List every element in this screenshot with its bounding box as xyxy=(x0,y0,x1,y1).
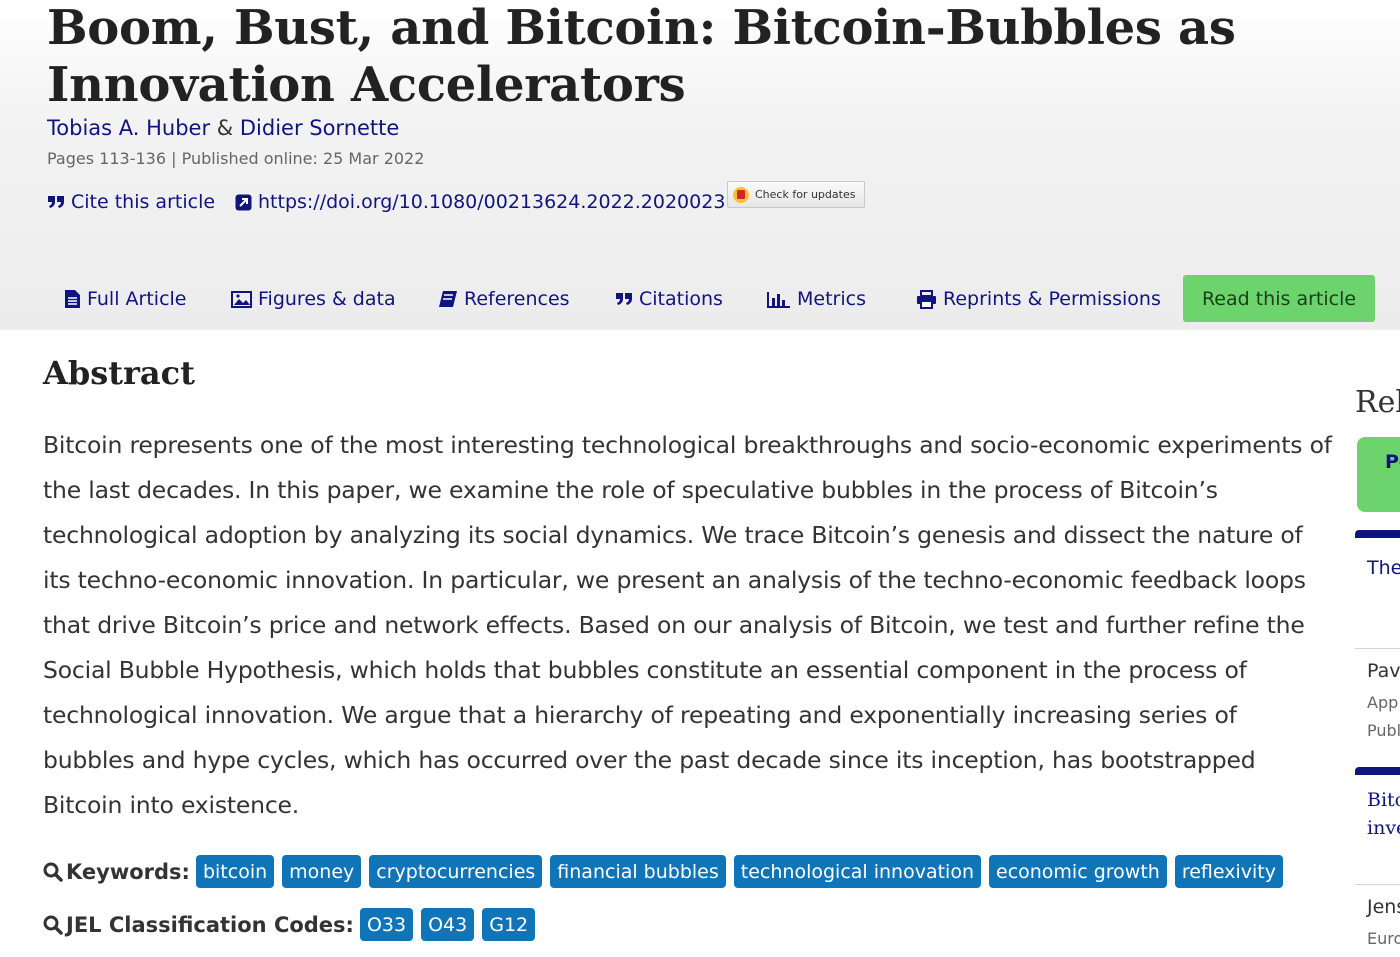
keyword-tag[interactable]: financial bubbles xyxy=(550,855,726,888)
crossmark-icon xyxy=(733,186,749,203)
jel-codes-label-text: JEL Classification Codes: xyxy=(66,912,354,937)
sidebar-divider xyxy=(1355,648,1400,649)
search-icon xyxy=(43,862,63,882)
printer-icon xyxy=(916,289,937,309)
author-list: Tobias A. Huber & Didier Sornette xyxy=(47,116,399,140)
related-item-title[interactable]: The xyxy=(1367,557,1400,579)
sidebar-divider xyxy=(1355,884,1400,885)
tab-figures-data[interactable]: Figures & data xyxy=(231,274,396,324)
tab-metrics[interactable]: Metrics xyxy=(767,274,866,324)
related-item-title-continued[interactable]: inve xyxy=(1367,817,1400,839)
related-item-title[interactable]: Bitc xyxy=(1367,789,1400,811)
image-icon xyxy=(231,290,252,308)
sidebar-card-accent xyxy=(1355,767,1400,775)
cite-article-label: Cite this article xyxy=(71,191,216,213)
related-item-author: Pav xyxy=(1367,660,1400,682)
related-item-author: Jens xyxy=(1367,896,1400,918)
quote-icon xyxy=(47,194,65,210)
tab-reprints-permissions[interactable]: Reprints & Permissions xyxy=(916,274,1161,324)
related-item-journal: App xyxy=(1367,693,1399,712)
author-link-huber[interactable]: Tobias A. Huber xyxy=(47,116,210,140)
tab-citations[interactable]: Citations xyxy=(615,274,723,324)
check-for-updates-label: Check for updates xyxy=(755,188,856,201)
author-link-sornette[interactable]: Didier Sornette xyxy=(240,116,399,140)
tab-metrics-label: Metrics xyxy=(797,288,866,310)
tab-full-article-label: Full Article xyxy=(87,288,187,310)
tab-figures-data-label: Figures & data xyxy=(258,288,396,310)
read-article-button[interactable]: Read this article xyxy=(1183,275,1375,322)
article-meta: Pages 113-136 | Published online: 25 Mar… xyxy=(47,149,425,168)
doi-link[interactable]: https://doi.org/10.1080/00213624.2022.20… xyxy=(235,191,725,213)
jel-codes-row: JEL Classification Codes: O33 O43 G12 xyxy=(43,908,543,941)
doi-label: https://doi.org/10.1080/00213624.2022.20… xyxy=(258,191,726,213)
abstract-text: Bitcoin represents one of the most inter… xyxy=(43,431,1332,819)
search-icon xyxy=(43,915,63,935)
sidebar-tab-people[interactable]: Pe xyxy=(1357,437,1400,512)
article-title: Boom, Bust, and Bitcoin: Bitcoin-Bubbles… xyxy=(47,0,1236,113)
jel-code-tag[interactable]: G12 xyxy=(482,908,536,941)
jel-code-tag[interactable]: O33 xyxy=(359,908,414,941)
document-icon xyxy=(64,289,81,309)
external-link-icon xyxy=(235,194,252,211)
jel-codes-label: JEL Classification Codes: xyxy=(43,913,354,937)
tab-citations-label: Citations xyxy=(639,288,723,310)
keywords-label-text: Keywords: xyxy=(66,859,190,884)
related-research-heading: Rel xyxy=(1355,385,1400,420)
check-for-updates-button[interactable]: Check for updates xyxy=(727,181,865,208)
related-item-published: Publ xyxy=(1367,721,1400,740)
keyword-tag[interactable]: reflexivity xyxy=(1174,855,1283,888)
keyword-tag[interactable]: economic growth xyxy=(989,855,1167,888)
tab-references[interactable]: References xyxy=(438,274,570,324)
keyword-tag[interactable]: technological innovation xyxy=(733,855,981,888)
tab-references-label: References xyxy=(464,288,570,310)
keyword-tag[interactable]: cryptocurrencies xyxy=(369,855,543,888)
quote-icon xyxy=(615,291,633,307)
jel-code-tag[interactable]: O43 xyxy=(421,908,475,941)
tab-full-article[interactable]: Full Article xyxy=(64,274,186,324)
keywords-label: Keywords: xyxy=(43,860,190,884)
cite-article-link[interactable]: Cite this article xyxy=(47,191,215,213)
sidebar-card-accent xyxy=(1355,530,1400,538)
keyword-tag[interactable]: money xyxy=(282,855,362,888)
author-separator: & xyxy=(216,116,234,140)
related-item-journal: Euro xyxy=(1367,929,1400,948)
bar-chart-icon xyxy=(767,291,791,308)
keywords-row: Keywords: bitcoin money cryptocurrencies… xyxy=(43,855,1291,888)
abstract-heading: Abstract xyxy=(43,354,195,392)
keyword-tag[interactable]: bitcoin xyxy=(195,855,275,888)
tab-reprints-permissions-label: Reprints & Permissions xyxy=(943,288,1161,310)
book-icon xyxy=(438,290,458,308)
